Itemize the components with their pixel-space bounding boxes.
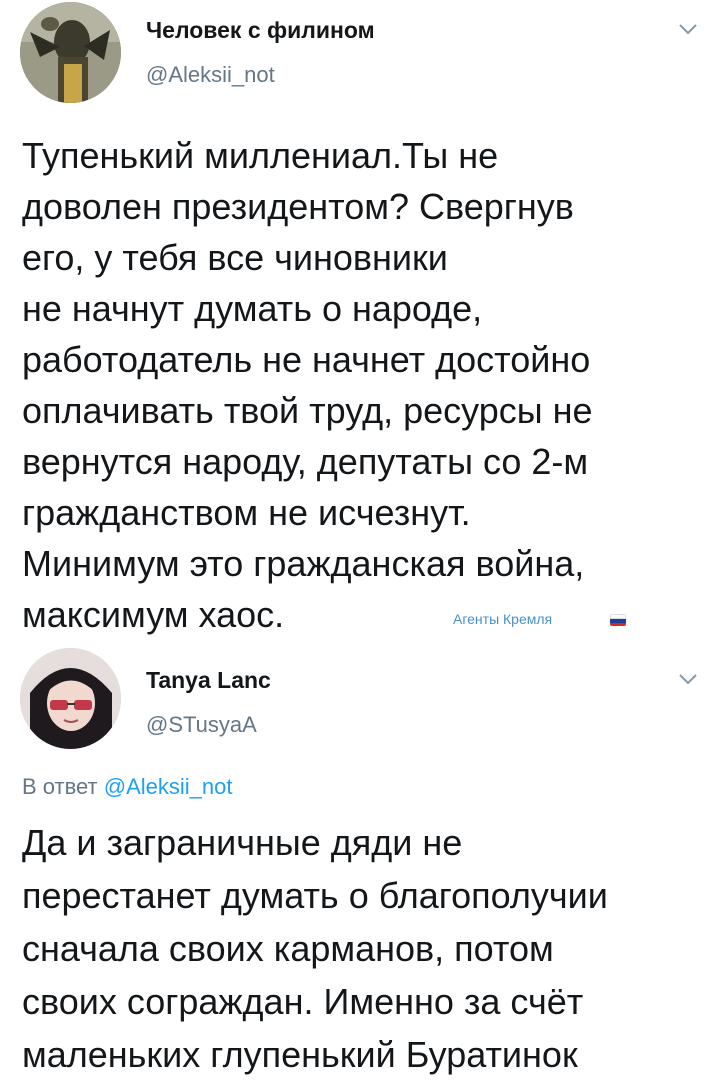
tweet-text: Да и заграничные дяди не перестанет дума… <box>22 822 608 1075</box>
watermark-text: Агенты Кремля <box>453 611 553 627</box>
tweet: Человек с филином @Aleksii_not Тупенький… <box>0 0 716 640</box>
display-name[interactable]: Человек с филином <box>146 17 375 44</box>
user-handle[interactable]: @STusyaA <box>146 712 257 738</box>
chevron-down-icon[interactable] <box>678 22 698 36</box>
chevron-down-icon[interactable] <box>678 672 698 686</box>
tweet-text: Тупенький миллениал.Ты не доволен презид… <box>22 135 593 635</box>
reply-prefix: В ответ <box>22 774 98 799</box>
display-name[interactable]: Tanya Lanc <box>146 667 271 694</box>
avatar[interactable] <box>20 648 121 749</box>
owl-man-avatar-image <box>20 2 121 103</box>
user-handle[interactable]: @Aleksii_not <box>146 62 275 88</box>
avatar[interactable] <box>20 2 121 103</box>
reply-context: В ответ @Aleksii_not <box>22 774 233 800</box>
anime-girl-avatar-image <box>20 648 121 749</box>
tweet: Tanya Lanc @STusyaA В ответ @Aleksii_not… <box>0 640 716 1080</box>
russian-flag-icon <box>610 614 626 626</box>
reply-mention-link[interactable]: @Aleksii_not <box>104 774 233 799</box>
